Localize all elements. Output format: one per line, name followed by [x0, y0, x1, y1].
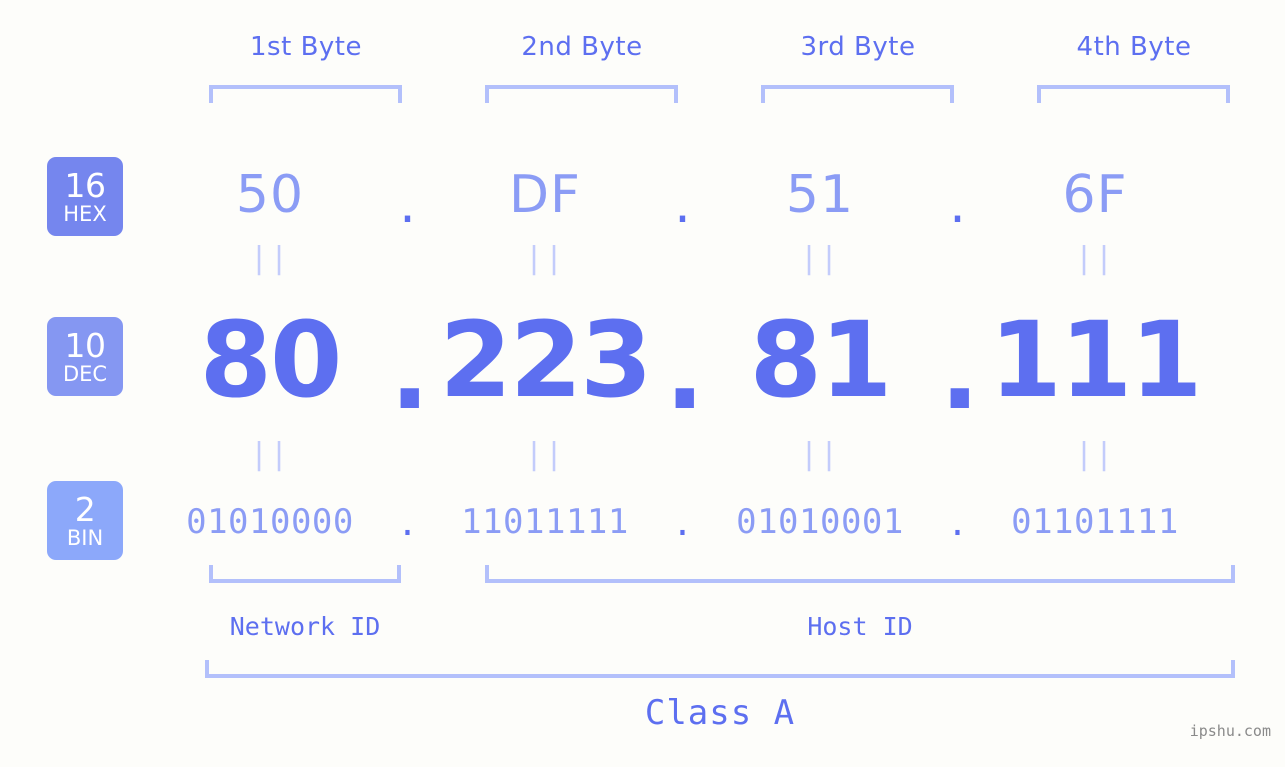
hex-byte-2: DF [509, 165, 581, 225]
ip-address-breakdown-diagram: 1st Byte 2nd Byte 3rd Byte 4th Byte 16 H… [0, 0, 1285, 767]
equality-symbol-8: || [1074, 437, 1116, 472]
hex-byte-3: 51 [785, 165, 855, 225]
dec-value-row: 80 . 223 . 81 . 111 [150, 295, 1285, 433]
bin-separator-2: . [672, 504, 693, 544]
dec-byte-2: 223 [439, 299, 652, 421]
byte-bracket-top-3 [761, 85, 954, 103]
bin-separator-1: . [397, 504, 418, 544]
byte-bracket-top-1 [209, 85, 402, 103]
base-badge-bin-number: 2 [74, 489, 96, 529]
dec-separator-2: . [665, 311, 705, 433]
equality-symbol-2: || [524, 241, 566, 276]
equality-row-hex-dec: || || || || [150, 244, 1285, 274]
dec-byte-3: 81 [749, 299, 893, 421]
equality-symbol-4: || [1074, 241, 1116, 276]
byte-header-1: 1st Byte [250, 32, 362, 62]
hex-byte-1: 50 [235, 165, 305, 225]
bin-value-row: 01010000 . 11011111 . 01010001 . 0110111… [150, 492, 1285, 552]
host-id-bracket [485, 565, 1235, 583]
class-bracket [205, 660, 1235, 678]
base-badge-hex-number: 16 [64, 165, 107, 205]
hex-separator-1: . [399, 175, 416, 235]
equality-symbol-6: || [524, 437, 566, 472]
bin-byte-4: 01101111 [1011, 502, 1179, 542]
base-badge-bin: 2 BIN [47, 481, 123, 560]
equality-symbol-3: || [799, 241, 841, 276]
network-id-bracket [209, 565, 401, 583]
base-badge-hex-name: HEX [63, 201, 107, 226]
base-badge-bin-name: BIN [66, 525, 104, 550]
bin-byte-1: 01010000 [186, 502, 354, 542]
host-id-label: Host ID [807, 612, 913, 641]
equality-row-dec-bin: || || || || [150, 440, 1285, 470]
byte-header-4: 4th Byte [1076, 32, 1192, 62]
bin-byte-3: 01010001 [736, 502, 904, 542]
byte-header-3: 3rd Byte [800, 32, 916, 62]
hex-separator-3: . [949, 175, 966, 235]
hex-byte-4: 6F [1062, 165, 1128, 225]
base-badge-dec: 10 DEC [47, 317, 123, 396]
equality-symbol-5: || [249, 437, 291, 472]
byte-header-2: 2nd Byte [521, 32, 643, 62]
base-badge-dec-number: 10 [64, 325, 107, 365]
bin-separator-3: . [947, 504, 968, 544]
class-label: Class A [644, 693, 796, 733]
base-badge-dec-name: DEC [62, 361, 108, 386]
equality-symbol-1: || [249, 241, 291, 276]
dec-byte-4: 111 [989, 299, 1202, 421]
byte-bracket-top-2 [485, 85, 678, 103]
hex-value-row: 50 . DF . 51 . 6F [150, 150, 1285, 240]
dec-byte-1: 80 [199, 299, 343, 421]
bin-byte-2: 11011111 [461, 502, 629, 542]
byte-bracket-top-4 [1037, 85, 1230, 103]
equality-symbol-7: || [799, 437, 841, 472]
hex-separator-2: . [674, 175, 691, 235]
base-badge-hex: 16 HEX [47, 157, 123, 236]
dec-separator-3: . [940, 311, 980, 433]
site-watermark: ipshu.com [1189, 722, 1271, 740]
dec-separator-1: . [390, 311, 430, 433]
network-id-label: Network ID [229, 612, 381, 641]
